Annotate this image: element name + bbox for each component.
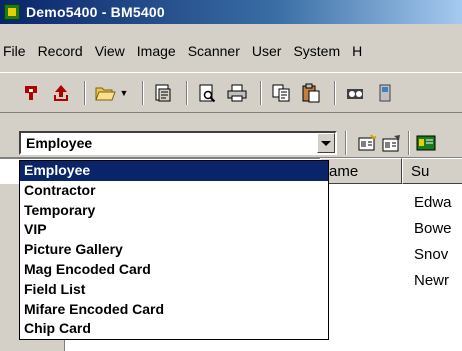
menu-user[interactable]: User — [246, 40, 288, 62]
column-header-label: ame — [329, 162, 359, 180]
main-toolbar: ▼ — [0, 72, 462, 112]
capture-button[interactable] — [342, 80, 368, 106]
dropdown-option-picture-gallery[interactable]: Picture Gallery — [20, 240, 328, 260]
printer-icon — [227, 84, 247, 101]
dropdown-option-employee[interactable]: Employee — [20, 161, 328, 181]
folder-open-icon — [95, 87, 116, 100]
scanner-button[interactable] — [372, 80, 398, 106]
record-type-combobox[interactable]: Employee — [19, 131, 337, 155]
table-cell-surname[interactable]: Snov — [414, 244, 462, 266]
export-button[interactable] — [48, 80, 74, 106]
edit-record-button[interactable] — [380, 131, 404, 155]
menu-bar: File Record View Image Scanner User Syst… — [0, 40, 462, 62]
camera-icon — [347, 88, 363, 99]
scanner-icon — [379, 84, 391, 101]
table-cell-surname[interactable]: Bowe — [414, 218, 462, 240]
dropdown-option-vip[interactable]: VIP — [20, 220, 328, 240]
import-icon — [25, 85, 37, 100]
menu-image[interactable]: Image — [131, 40, 182, 62]
toolbar-separator — [345, 131, 347, 155]
toolbar-separator — [260, 80, 262, 105]
properties-button[interactable] — [150, 80, 176, 106]
toolbar-separator — [142, 80, 144, 105]
dropdown-option-mag-encoded-card[interactable]: Mag Encoded Card — [20, 260, 328, 280]
menu-view[interactable]: View — [89, 40, 131, 62]
dropdown-option-field-list[interactable]: Field List — [20, 280, 328, 300]
toolbar-separator — [408, 131, 410, 155]
print-preview-button[interactable] — [194, 80, 220, 106]
print-preview-icon — [199, 84, 216, 102]
edit-card-icon — [382, 135, 400, 152]
menu-record[interactable]: Record — [32, 40, 89, 62]
app-icon — [4, 4, 20, 20]
export-icon — [54, 84, 68, 101]
menu-file[interactable]: File — [0, 40, 32, 62]
title-bar: Demo5400 - BM5400 — [0, 0, 462, 24]
new-record-button[interactable] — [355, 131, 379, 155]
dropdown-option-temporary[interactable]: Temporary — [20, 201, 328, 221]
card-view-icon — [416, 135, 436, 151]
view-card-button[interactable] — [414, 131, 438, 155]
toolbar-separator — [334, 80, 336, 105]
open-folder-button[interactable] — [92, 80, 118, 106]
new-card-icon — [358, 134, 377, 151]
table-cell-surname[interactable]: Edwa — [414, 192, 462, 214]
copy-button[interactable] — [268, 80, 294, 106]
paste-button[interactable] — [298, 80, 324, 106]
chevron-down-icon — [321, 140, 331, 146]
record-toolbar: Employee — [0, 112, 462, 156]
print-button[interactable] — [224, 80, 250, 106]
import-button[interactable] — [18, 80, 44, 106]
combobox-dropdown-button[interactable] — [317, 133, 335, 153]
record-type-value: Employee — [26, 135, 93, 151]
menu-system[interactable]: System — [287, 40, 346, 62]
toolbar-separator — [186, 80, 188, 105]
column-header-surname[interactable]: Su — [402, 158, 462, 184]
dropdown-option-chip-card[interactable]: Chip Card — [20, 319, 328, 339]
window-title: Demo5400 - BM5400 — [26, 4, 165, 20]
menu-help[interactable]: H — [346, 40, 368, 62]
toolbar-separator — [84, 80, 86, 105]
dropdown-option-contractor[interactable]: Contractor — [20, 181, 328, 201]
table-cell-surname[interactable]: Newr — [414, 270, 462, 292]
column-header-name[interactable]: ame — [320, 158, 402, 184]
open-dropdown-arrow[interactable]: ▼ — [118, 80, 130, 106]
menu-scanner[interactable]: Scanner — [182, 40, 246, 62]
paste-icon — [302, 83, 320, 102]
record-type-dropdown-list: Employee Contractor Temporary VIP Pictur… — [19, 160, 329, 340]
dropdown-option-mifare-encoded-card[interactable]: Mifare Encoded Card — [20, 300, 328, 320]
properties-icon — [155, 84, 171, 101]
copy-icon — [272, 84, 290, 101]
column-header-label: Su — [411, 162, 430, 180]
